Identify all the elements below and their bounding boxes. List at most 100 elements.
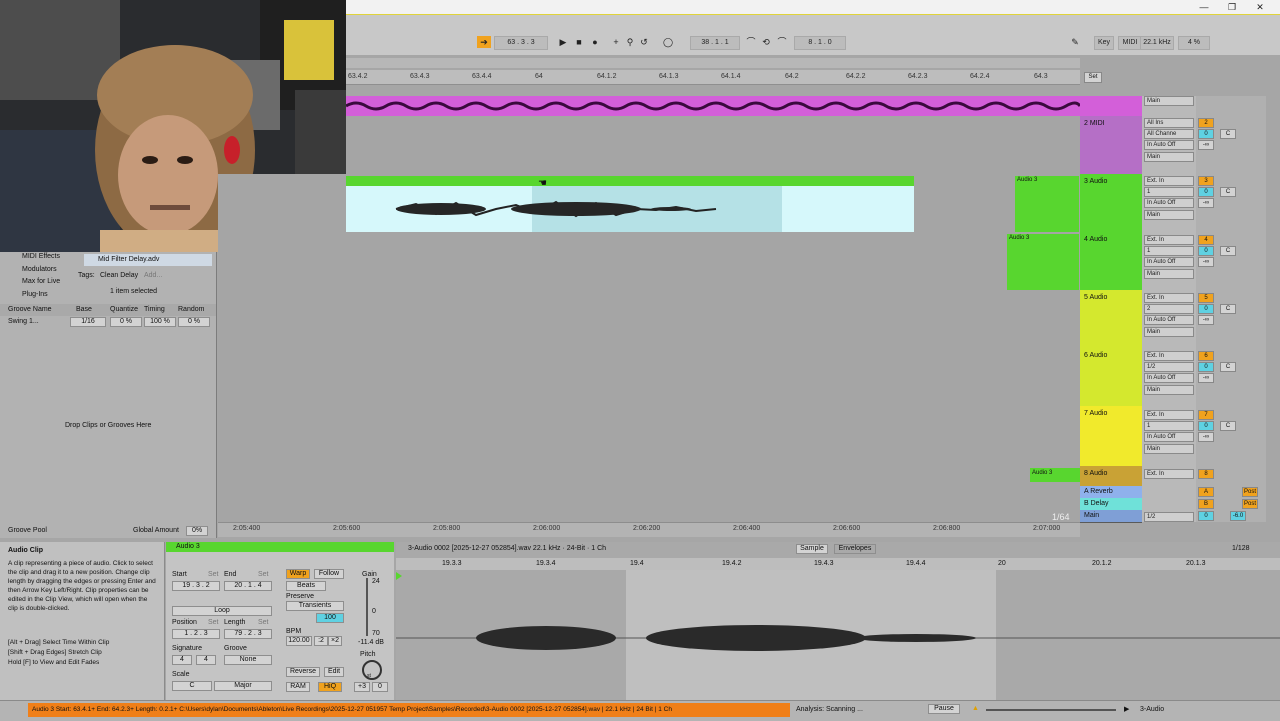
groove-quantize[interactable]: 0 % bbox=[110, 317, 142, 327]
clip-position-field[interactable]: 1 . 2 . 3 bbox=[172, 629, 220, 639]
clip-length-field[interactable]: 79 . 2 . 3 bbox=[224, 629, 272, 639]
minimize-icon[interactable]: — bbox=[1192, 0, 1216, 14]
track-header-8[interactable]: 8 Audio bbox=[1080, 466, 1142, 487]
volume[interactable]: -∞ bbox=[1198, 257, 1214, 267]
output-select[interactable]: Main bbox=[1144, 96, 1194, 106]
follow-icon[interactable]: ➔ bbox=[477, 36, 491, 48]
track-activator[interactable]: 6 bbox=[1198, 351, 1214, 361]
return-activator[interactable]: B bbox=[1198, 499, 1214, 509]
signature-denominator[interactable]: 4 bbox=[196, 655, 216, 665]
end-set-button[interactable]: Set bbox=[258, 571, 269, 578]
send-a[interactable]: 0 bbox=[1198, 304, 1214, 314]
send-a[interactable]: 0 bbox=[1198, 421, 1214, 431]
return-activator[interactable]: A bbox=[1198, 487, 1214, 497]
track-lane-4[interactable] bbox=[218, 232, 1080, 291]
input-select[interactable]: Ext. In bbox=[1144, 469, 1194, 479]
channel-select[interactable]: 1 bbox=[1144, 421, 1194, 431]
play-icon[interactable]: ▶ bbox=[557, 36, 569, 48]
transient-envelope[interactable]: 100 bbox=[316, 613, 344, 623]
set-button[interactable]: Set bbox=[1084, 72, 1102, 83]
pitch-knob[interactable] bbox=[362, 660, 382, 680]
global-amount-field[interactable]: 0% bbox=[186, 526, 208, 536]
audio-clip-small[interactable]: Audio 3 bbox=[1007, 234, 1079, 290]
return-mode[interactable]: Post bbox=[1242, 499, 1258, 509]
main-header[interactable]: Main bbox=[1080, 510, 1142, 523]
track-activator[interactable]: 5 bbox=[1198, 293, 1214, 303]
browser-file-item[interactable]: Mid Filter Delay.adv bbox=[84, 254, 212, 266]
arrangement-overview[interactable] bbox=[346, 58, 1080, 68]
clip-title-bar[interactable]: Audio 3 bbox=[166, 542, 394, 552]
browser-category[interactable]: Modulators bbox=[22, 266, 57, 273]
double-tempo-button[interactable]: ×2 bbox=[328, 636, 342, 646]
pause-button[interactable]: Pause bbox=[928, 704, 960, 714]
loop-switch-icon[interactable]: ⟲ bbox=[760, 36, 772, 48]
bpm-field[interactable]: 120.00 bbox=[286, 636, 312, 646]
channel-select[interactable]: 1 bbox=[1144, 187, 1194, 197]
monitor-buttons[interactable]: In Auto Off bbox=[1144, 140, 1194, 150]
length-set-button[interactable]: Set bbox=[258, 619, 269, 626]
transpose-field[interactable]: +3 bbox=[354, 682, 370, 692]
scale-root-select[interactable]: C bbox=[172, 681, 212, 691]
browser-category[interactable]: Max for Live bbox=[22, 278, 60, 285]
restore-icon[interactable]: ❐ bbox=[1220, 0, 1244, 14]
send-a[interactable]: 0 bbox=[1198, 246, 1214, 256]
gain-slider[interactable] bbox=[366, 578, 368, 636]
arrangement-position[interactable]: 63 . 3 . 3 bbox=[494, 36, 548, 50]
reverse-button[interactable]: Reverse bbox=[286, 667, 320, 677]
midi-map-button[interactable]: MIDI bbox=[1118, 36, 1142, 50]
output-select[interactable]: Main bbox=[1144, 327, 1194, 337]
browser-category[interactable]: MIDI Effects bbox=[22, 253, 60, 260]
track-header-1[interactable] bbox=[1080, 96, 1142, 117]
play-small-icon[interactable]: ▶ bbox=[1124, 705, 1129, 713]
grid-value[interactable]: 1/128 bbox=[1232, 545, 1250, 552]
monitor-buttons[interactable]: In Auto Off bbox=[1144, 373, 1194, 383]
track-lane-6[interactable] bbox=[218, 348, 1080, 407]
hiq-button[interactable]: HiQ bbox=[318, 682, 342, 692]
monitor-buttons[interactable]: In Auto Off bbox=[1144, 315, 1194, 325]
input-select[interactable]: All Ins bbox=[1144, 118, 1194, 128]
monitor-buttons[interactable]: In Auto Off bbox=[1144, 257, 1194, 267]
groove-random[interactable]: 0 % bbox=[178, 317, 210, 327]
channel-select[interactable]: 2 bbox=[1144, 304, 1194, 314]
channel-select[interactable]: All Channe bbox=[1144, 129, 1194, 139]
track-lane-2[interactable] bbox=[346, 116, 1080, 175]
return-mode[interactable]: Post bbox=[1242, 487, 1258, 497]
output-select[interactable]: Main bbox=[1144, 385, 1194, 395]
punch-out-icon[interactable]: ⌒ bbox=[776, 36, 788, 48]
overdub-icon[interactable]: + bbox=[610, 36, 622, 48]
audio-clip-small[interactable]: Audio 3 bbox=[1030, 468, 1080, 482]
track-header-3[interactable]: 3 Audio bbox=[1080, 174, 1142, 233]
volume[interactable]: -∞ bbox=[1198, 198, 1214, 208]
track-activator[interactable]: 2 bbox=[1198, 118, 1214, 128]
signature-numerator[interactable]: 4 bbox=[172, 655, 192, 665]
track-lane-5[interactable] bbox=[218, 290, 1080, 349]
track-activator[interactable]: 4 bbox=[1198, 235, 1214, 245]
scale-mode-select[interactable]: Major bbox=[214, 681, 272, 691]
output-select[interactable]: Main bbox=[1144, 269, 1194, 279]
groove-base[interactable]: 1/16 bbox=[70, 317, 106, 327]
send-a[interactable]: 0 bbox=[1198, 187, 1214, 197]
channel-select[interactable]: 1/2 bbox=[1144, 512, 1194, 522]
groove-select[interactable]: None bbox=[224, 655, 272, 665]
capture-icon[interactable]: ◯ bbox=[662, 36, 674, 48]
detune-field[interactable]: 0 bbox=[372, 682, 388, 692]
key-map-button[interactable]: Key bbox=[1094, 36, 1114, 50]
input-select[interactable]: Ext. In bbox=[1144, 293, 1194, 303]
monitor-buttons[interactable]: In Auto Off bbox=[1144, 432, 1194, 442]
main-volume[interactable]: -6.0 bbox=[1230, 511, 1246, 521]
record-icon[interactable]: ● bbox=[589, 36, 601, 48]
clip-start-field[interactable]: 19 . 3 . 2 bbox=[172, 581, 220, 591]
track-header-5[interactable]: 5 Audio bbox=[1080, 290, 1142, 349]
preserve-select[interactable]: Transients bbox=[286, 601, 344, 611]
track-header-2[interactable]: 2 MIDI bbox=[1080, 116, 1142, 175]
close-icon[interactable]: ✕ bbox=[1248, 0, 1272, 14]
send-a[interactable]: 0 bbox=[1198, 129, 1214, 139]
track-lane-midi-clip[interactable] bbox=[345, 96, 1082, 117]
output-select[interactable]: Main bbox=[1144, 444, 1194, 454]
warp-mode-select[interactable]: Beats bbox=[286, 581, 326, 591]
follow-button[interactable]: Follow bbox=[314, 569, 344, 579]
volume[interactable]: -∞ bbox=[1198, 373, 1214, 383]
half-tempo-button[interactable]: :2 bbox=[314, 636, 328, 646]
audio-clip-body[interactable] bbox=[346, 186, 914, 232]
reenable-automation-icon[interactable]: ↺ bbox=[638, 36, 650, 48]
